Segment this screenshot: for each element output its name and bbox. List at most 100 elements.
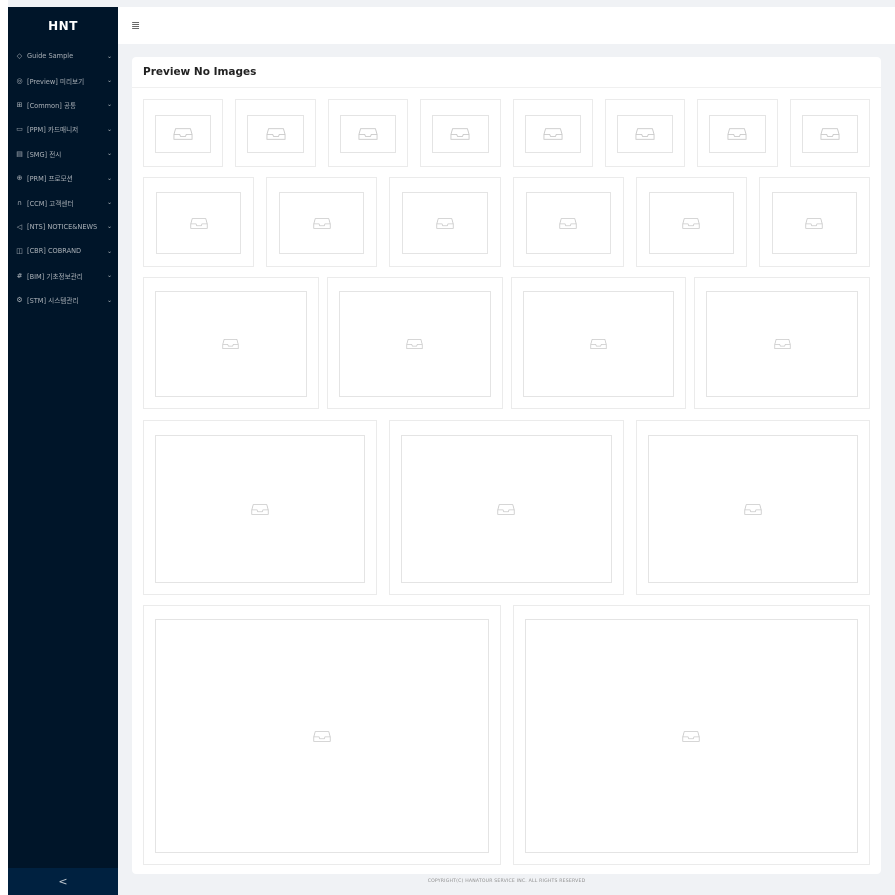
inbox-icon (222, 338, 240, 350)
hash-icon: # (16, 271, 23, 280)
image-placeholder-card[interactable] (327, 99, 409, 167)
sidebar-menu: ◇ Guide Sample ⌄ ◎ [Preview] 미리보기 ⌄ ⊞ [C… (8, 44, 118, 312)
image-placeholder-card[interactable] (389, 177, 501, 267)
inbox-icon (773, 338, 791, 350)
image-placeholder-frame (339, 115, 397, 153)
image-grid-row (143, 277, 870, 409)
image-placeholder-card[interactable] (510, 277, 687, 409)
footer-copyright: COPYRIGHT(C) HANATOUR SERVICE INC. ALL R… (427, 879, 586, 884)
chevron-down-icon: ⌄ (106, 296, 112, 304)
menu-fold-icon[interactable]: ≣ (131, 19, 140, 32)
image-placeholder-frame (647, 435, 858, 583)
inbox-icon (450, 127, 470, 141)
inbox-icon (820, 127, 840, 141)
sidebar-item-label: [CBR] COBRAND (27, 247, 82, 256)
sidebar-item-label: Guide Sample (27, 52, 74, 61)
sidebar-collapse-button[interactable]: < (8, 868, 118, 895)
image-placeholder-card[interactable] (789, 99, 870, 167)
inbox-icon (313, 730, 331, 743)
image-placeholder-card[interactable] (420, 99, 501, 167)
image-placeholder-frame (156, 192, 242, 254)
sidebar-item-label: [Common] 공통 (27, 101, 77, 110)
sidebar-item-preview[interactable]: ◎ [Preview] 미리보기 ⌄ (8, 68, 118, 92)
sidebar-item-label: [CCM] 고객센터 (27, 199, 74, 208)
inbox-icon (497, 503, 516, 516)
image-grid-row (143, 177, 871, 267)
megaphone-icon: ◁ (16, 222, 23, 231)
chevron-down-icon: ⌄ (106, 101, 112, 109)
image-placeholder-frame (247, 115, 304, 153)
chevron-down-icon: ⌄ (106, 77, 112, 85)
inbox-icon (805, 217, 824, 230)
inbox-icon (173, 127, 193, 141)
image-placeholder-card[interactable] (635, 420, 870, 595)
image-placeholder-card[interactable] (143, 420, 378, 595)
sidebar-item-common[interactable]: ⊞ [Common] 공통 ⌄ (8, 93, 118, 117)
inbox-icon (682, 730, 700, 743)
image-placeholder-card[interactable] (512, 177, 624, 267)
image-placeholder-card[interactable] (326, 277, 503, 409)
sidebar-item-ppm[interactable]: ▭ [PPM] 카드매니저 ⌄ (8, 117, 118, 141)
sidebar-item-label: [BIM] 기초정보관리 (27, 272, 83, 281)
chevron-down-icon: ⌄ (106, 150, 112, 158)
image-placeholder-card[interactable] (512, 605, 870, 865)
image-placeholder-card[interactable] (143, 177, 255, 267)
chevron-down-icon: ⌄ (106, 247, 112, 255)
image-placeholder-frame (402, 192, 488, 254)
image-placeholder-card[interactable] (512, 99, 593, 167)
image-placeholder-card[interactable] (635, 177, 747, 267)
sidebar-item-guide-sample[interactable]: ◇ Guide Sample ⌄ (8, 44, 118, 68)
image-placeholder-card[interactable] (697, 99, 778, 167)
sidebar-item-bim[interactable]: # [BIM] 기초정보관리 ⌄ (8, 264, 118, 288)
image-placeholder-frame (401, 435, 612, 583)
image-placeholder-card[interactable] (143, 605, 501, 865)
eye-icon: ◎ (16, 76, 23, 85)
inbox-icon (635, 127, 655, 141)
image-placeholder-card[interactable] (266, 177, 378, 267)
image-placeholder-card[interactable] (758, 177, 871, 267)
inbox-icon (313, 217, 331, 230)
left-edge (0, 0, 8, 895)
image-placeholder-card[interactable] (235, 99, 316, 167)
sidebar: HNT ◇ Guide Sample ⌄ ◎ [Preview] 미리보기 ⌄ … (8, 7, 118, 895)
image-placeholder-frame (771, 192, 858, 254)
image-grid-row (143, 99, 870, 167)
image-placeholder-card[interactable] (694, 277, 870, 409)
chevron-down-icon: ⌄ (106, 125, 112, 133)
inbox-icon (406, 338, 423, 350)
preview-card: Preview No Images (132, 57, 881, 874)
top-header: ≣ (118, 7, 895, 44)
inbox-icon (358, 127, 378, 141)
image-placeholder-frame (155, 115, 212, 153)
sidebar-item-nts[interactable]: ◁ [NTS] NOTICE&NEWS ⌄ (8, 215, 118, 239)
sidebar-item-prm[interactable]: ⊕ [PRM] 프로모션 ⌄ (8, 166, 118, 190)
image-placeholder-card[interactable] (143, 99, 224, 167)
image-placeholder-card[interactable] (604, 99, 686, 167)
image-placeholder-frame (525, 192, 611, 254)
app-logo[interactable]: HNT (8, 7, 118, 44)
image-placeholder-frame (801, 115, 858, 153)
sidebar-item-ccm[interactable]: ∩ [CCM] 고객센터 ⌄ (8, 190, 118, 214)
inbox-icon (436, 217, 454, 230)
headset-icon: ∩ (16, 198, 23, 207)
image-grid-row (143, 420, 870, 595)
sidebar-item-label: [PRM] 프로모션 (27, 175, 73, 184)
image-grid-row (143, 605, 870, 865)
inbox-icon (744, 503, 762, 516)
inbox-icon (266, 127, 286, 141)
image-placeholder-card[interactable] (143, 277, 319, 409)
image-placeholder-frame (524, 619, 858, 853)
inbox-icon (559, 217, 577, 230)
image-placeholder-frame (279, 192, 365, 254)
settings-icon: ⚙ (16, 296, 23, 305)
sidebar-item-smg[interactable]: ▤ [SMG] 전시 ⌄ (8, 142, 118, 166)
inbox-icon (727, 127, 747, 141)
chevron-down-icon: ⌄ (106, 223, 112, 231)
inbox-icon (189, 217, 208, 230)
image-placeholder-frame (648, 192, 734, 254)
sidebar-item-cbr[interactable]: ◫ [CBR] COBRAND ⌄ (8, 239, 118, 263)
card-icon: ▭ (16, 125, 23, 134)
sidebar-item-stm[interactable]: ⚙ [STM] 시스템관리 ⌄ (8, 288, 118, 312)
image-placeholder-frame (524, 115, 581, 153)
image-placeholder-card[interactable] (389, 420, 624, 595)
